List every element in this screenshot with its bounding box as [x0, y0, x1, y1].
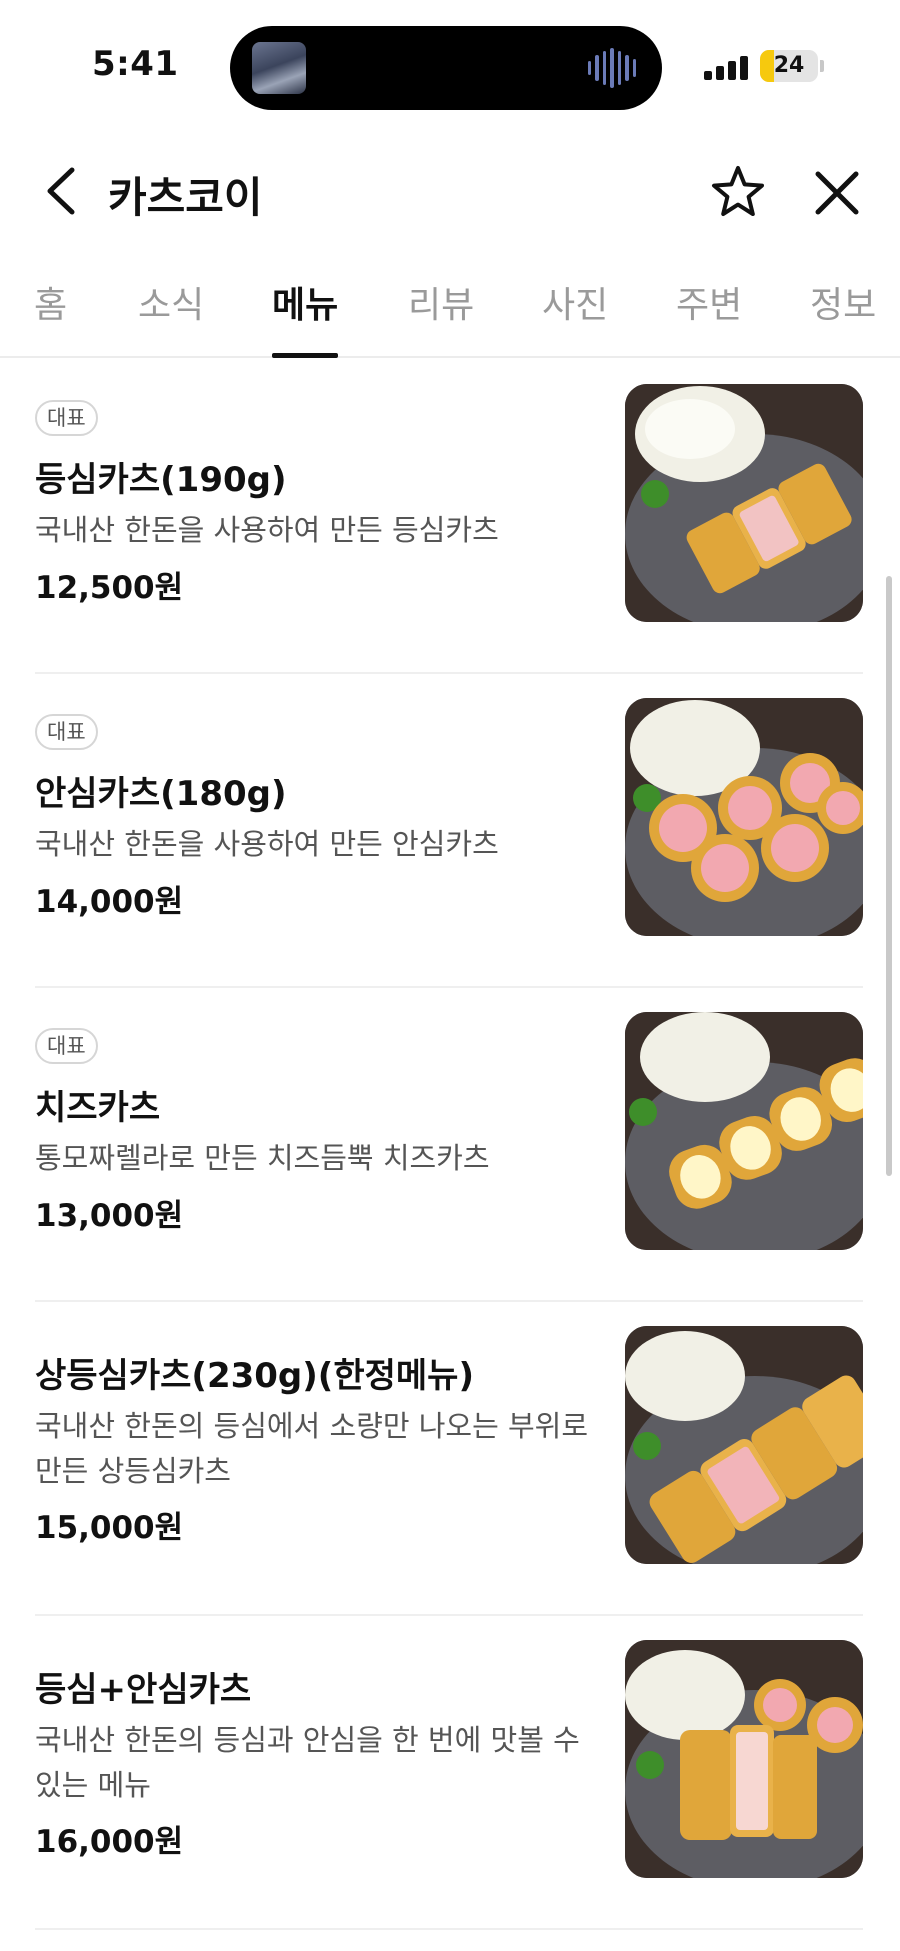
menu-item[interactable]: 상등심카츠(230g)(한정메뉴) 국내산 한돈의 등심에서 소량만 나오는 부…	[35, 1302, 863, 1616]
menu-item-description: 국내산 한돈을 사용하여 만든 안심카츠	[35, 827, 499, 861]
place-header: 카츠코이	[0, 140, 900, 240]
scrollbar[interactable]	[886, 576, 892, 1176]
menu-item-price: 13,000원	[35, 1198, 184, 1234]
signature-badge: 대표	[35, 714, 98, 750]
back-button[interactable]	[38, 164, 88, 218]
food-photo-illustration	[625, 1640, 863, 1878]
tab-bar: 홈 소식 메뉴 리뷰 사진 주변 정보	[0, 262, 900, 358]
menu-item-photo[interactable]	[625, 1012, 863, 1250]
menu-item-description: 통모짜렐라로 만든 치즈듬뿍 치즈카츠	[35, 1141, 490, 1175]
menu-item-name: 상등심카츠(230g)(한정메뉴)	[35, 1356, 474, 1396]
tab-nearby[interactable]: 주변	[676, 276, 742, 358]
cellular-signal-icon	[704, 54, 748, 80]
close-button[interactable]	[810, 166, 864, 220]
tab-info[interactable]: 정보	[810, 276, 876, 358]
menu-item-price: 12,500원	[35, 570, 184, 606]
dynamic-island[interactable]	[230, 26, 662, 110]
menu-item-name: 치즈카츠	[35, 1088, 161, 1128]
menu-item-photo[interactable]	[625, 698, 863, 936]
food-photo-illustration	[625, 1012, 863, 1250]
tab-label: 정보	[810, 285, 877, 326]
tab-menu[interactable]: 메뉴	[272, 276, 339, 358]
tab-photos[interactable]: 사진	[542, 276, 608, 358]
now-playing-artwork	[252, 42, 306, 94]
menu-item-description: 국내산 한돈을 사용하여 만든 등심카츠	[35, 513, 499, 547]
menu-item-photo[interactable]	[625, 1640, 863, 1878]
audio-wave-icon	[588, 48, 636, 88]
status-time: 5:41	[92, 44, 179, 84]
favorite-button[interactable]	[710, 164, 766, 220]
battery-tip	[820, 60, 824, 72]
menu-item-price: 15,000원	[35, 1510, 184, 1546]
food-photo-illustration	[625, 384, 863, 622]
tab-label: 홈	[34, 285, 68, 326]
tab-news[interactable]: 소식	[138, 276, 204, 358]
tab-reviews[interactable]: 리뷰	[408, 276, 474, 358]
menu-item[interactable]: 등심+안심카츠 국내산 한돈의 등심과 안심을 한 번에 맛볼 수 있는 메뉴 …	[35, 1616, 863, 1930]
tab-label: 주변	[676, 285, 743, 326]
menu-item-name: 등심+안심카츠	[35, 1670, 252, 1710]
status-bar: 5:41 24	[0, 0, 900, 120]
tab-label: 리뷰	[408, 285, 475, 326]
tab-label: 사진	[542, 285, 609, 326]
menu-item-price: 16,000원	[35, 1824, 184, 1860]
star-outline-icon	[712, 166, 764, 216]
food-photo-illustration	[625, 698, 863, 936]
signature-badge: 대표	[35, 400, 98, 436]
tab-label: 소식	[138, 285, 205, 326]
battery-percent: 24	[773, 53, 805, 78]
chevron-left-icon	[47, 167, 75, 215]
active-tab-indicator	[272, 353, 339, 358]
close-icon	[815, 171, 859, 215]
menu-item-description: 국내산 한돈의 등심에서 소량만 나오는 부위로 만든 상등심카츠	[35, 1409, 589, 1488]
tab-home[interactable]: 홈	[34, 276, 67, 358]
menu-item[interactable]: 대표 등심카츠(190g) 국내산 한돈을 사용하여 만든 등심카츠 12,50…	[35, 360, 863, 674]
menu-item-price: 14,000원	[35, 884, 184, 920]
signature-badge: 대표	[35, 1028, 98, 1064]
menu-item-photo[interactable]	[625, 384, 863, 622]
menu-item[interactable]: 대표 치즈카츠 통모짜렐라로 만든 치즈듬뿍 치즈카츠 13,000원	[35, 988, 863, 1302]
menu-item[interactable]: 대표 안심카츠(180g) 국내산 한돈을 사용하여 만든 안심카츠 14,00…	[35, 674, 863, 988]
page-title: 카츠코이	[108, 173, 263, 222]
battery-icon: 24	[760, 50, 818, 82]
menu-item-name: 등심카츠(190g)	[35, 460, 287, 500]
food-photo-illustration	[625, 1326, 863, 1564]
tab-label: 메뉴	[272, 285, 339, 326]
menu-item-description: 국내산 한돈의 등심과 안심을 한 번에 맛볼 수 있는 메뉴	[35, 1723, 580, 1802]
menu-item-name: 안심카츠(180g)	[35, 774, 287, 814]
menu-item-photo[interactable]	[625, 1326, 863, 1564]
